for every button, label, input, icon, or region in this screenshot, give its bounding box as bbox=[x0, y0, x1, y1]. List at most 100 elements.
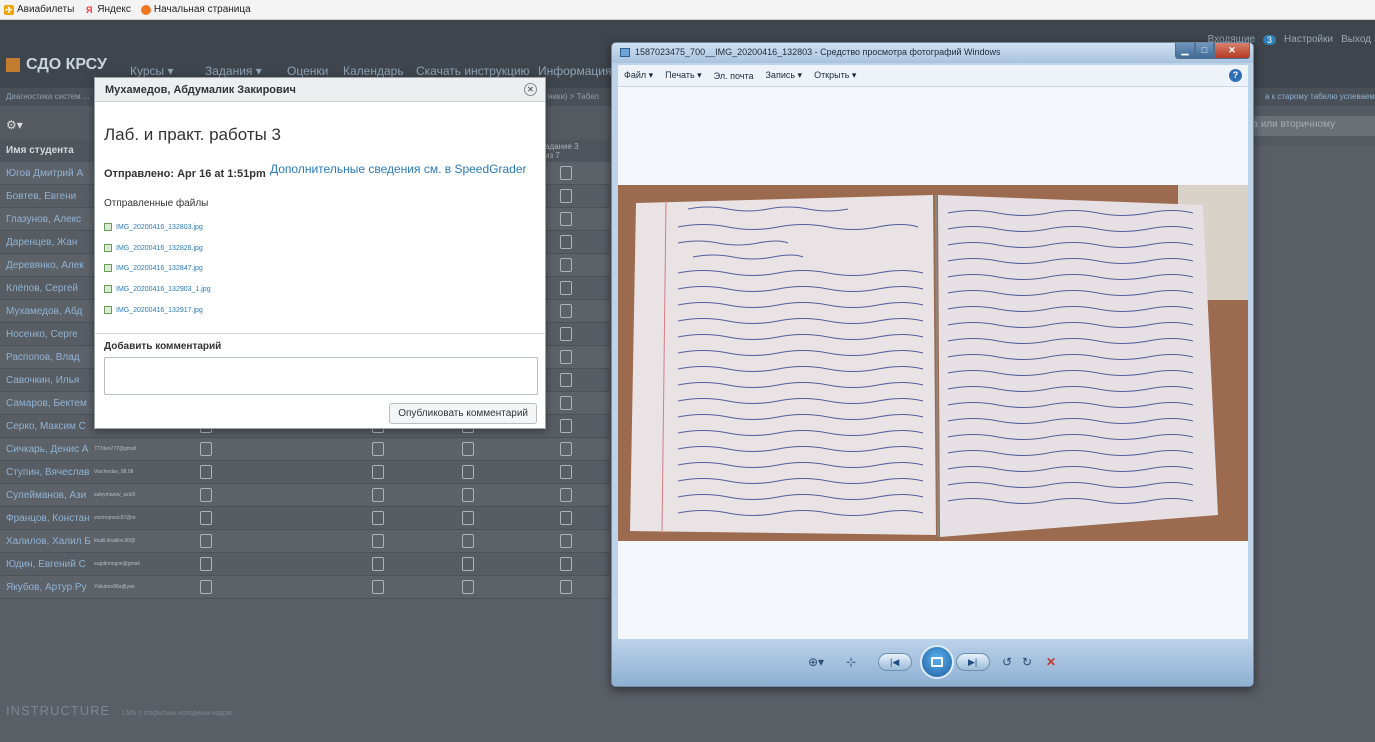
submitted-file-link[interactable]: IMG_20200416_132903_1.jpg bbox=[104, 285, 211, 293]
student-name-link[interactable]: Мухамедов, Абд bbox=[0, 306, 94, 317]
submission-cell[interactable] bbox=[372, 442, 384, 456]
submission-cell[interactable] bbox=[200, 465, 212, 479]
rotate-clockwise-icon[interactable]: ↻ bbox=[1022, 655, 1032, 669]
submission-cell[interactable] bbox=[560, 396, 572, 410]
submission-cell[interactable] bbox=[560, 304, 572, 318]
submitted-file-link[interactable]: IMG_20200416_132826.jpg bbox=[104, 244, 203, 252]
submission-cell[interactable] bbox=[462, 465, 474, 479]
menu-open[interactable]: Открыть ▾ bbox=[814, 70, 856, 81]
menu-burn[interactable]: Запись ▾ bbox=[766, 70, 803, 81]
nav-assignments[interactable]: Задания ▾ bbox=[205, 64, 262, 78]
rotate-counterclockwise-icon[interactable]: ↺ bbox=[1002, 655, 1012, 669]
submission-cell[interactable] bbox=[462, 511, 474, 525]
student-name-link[interactable]: Носенко, Серге bbox=[0, 329, 94, 340]
student-name-link[interactable]: Францов, Констан bbox=[0, 513, 94, 524]
submission-cell[interactable] bbox=[560, 258, 572, 272]
submission-cell[interactable] bbox=[560, 511, 572, 525]
next-button[interactable]: ▶| bbox=[956, 653, 990, 671]
breadcrumb-gradebook[interactable]: ники) > Табел bbox=[548, 92, 599, 101]
student-name-link[interactable]: Савочкин, Илья bbox=[0, 375, 94, 386]
student-name-link[interactable]: Бовтев, Евгени bbox=[0, 191, 94, 202]
speedgrader-link[interactable]: Дополнительные сведения см. в SpeedGrade… bbox=[270, 162, 527, 176]
submission-cell[interactable] bbox=[372, 488, 384, 502]
submission-cell[interactable] bbox=[200, 511, 212, 525]
submission-cell[interactable] bbox=[462, 534, 474, 548]
slideshow-button[interactable] bbox=[920, 645, 954, 679]
nav-courses[interactable]: Курсы ▾ bbox=[130, 64, 174, 78]
student-name-link[interactable]: Глазунов, Алекс bbox=[0, 214, 94, 225]
submission-cell[interactable] bbox=[372, 465, 384, 479]
student-name-link[interactable]: Халилов, Халил Б bbox=[0, 536, 94, 547]
submission-cell[interactable] bbox=[560, 350, 572, 364]
submission-cell[interactable] bbox=[462, 442, 474, 456]
submission-cell[interactable] bbox=[200, 442, 212, 456]
submission-cell[interactable] bbox=[560, 373, 572, 387]
submission-cell[interactable] bbox=[200, 557, 212, 571]
submission-cell[interactable] bbox=[200, 580, 212, 594]
menu-email[interactable]: Эл. почта bbox=[714, 71, 754, 81]
actual-size-icon[interactable]: ⊹ bbox=[846, 655, 856, 669]
submitted-file-link[interactable]: IMG_20200416_132847.jpg bbox=[104, 264, 203, 272]
submission-cell[interactable] bbox=[372, 511, 384, 525]
settings-link[interactable]: Настройки bbox=[1284, 34, 1333, 45]
student-name-link[interactable]: Ступин, Вячеслав bbox=[0, 467, 94, 478]
gear-icon[interactable]: ⚙▾ bbox=[6, 118, 23, 132]
student-name-link[interactable]: Деревянко, Алек bbox=[0, 260, 94, 271]
viewer-titlebar[interactable]: 1587023475_700__IMG_20200416_132803 - Ср… bbox=[612, 43, 1253, 63]
submission-cell[interactable] bbox=[200, 534, 212, 548]
submission-cell[interactable] bbox=[462, 488, 474, 502]
submission-cell[interactable] bbox=[560, 235, 572, 249]
submission-cell[interactable] bbox=[560, 580, 572, 594]
nav-download-instructions[interactable]: Скачать инструкцию bbox=[416, 64, 530, 78]
student-name-link[interactable]: Сичкарь, Денис А bbox=[0, 444, 94, 455]
submission-cell[interactable] bbox=[200, 488, 212, 502]
submission-cell[interactable] bbox=[560, 166, 572, 180]
submission-cell[interactable] bbox=[462, 557, 474, 571]
close-window-button[interactable]: ✕ bbox=[1214, 43, 1250, 59]
submission-cell[interactable] bbox=[560, 534, 572, 548]
zoom-icon[interactable]: ⊕▾ bbox=[808, 655, 824, 669]
previous-button[interactable]: |◀ bbox=[878, 653, 912, 671]
submitted-file-link[interactable]: IMG_20200416_132917.jpg bbox=[104, 306, 203, 314]
student-name-link[interactable]: Юдин, Евгений С bbox=[0, 559, 94, 570]
menu-print[interactable]: Печать ▾ bbox=[665, 70, 702, 81]
maximize-button[interactable]: □ bbox=[1195, 43, 1214, 59]
student-name-link[interactable]: Даренцев, Жан bbox=[0, 237, 94, 248]
student-name-link[interactable]: Серко, Максим С bbox=[0, 421, 94, 432]
site-logo[interactable]: СДО КРСУ bbox=[6, 56, 107, 74]
assignment-3-column-header[interactable]: адание 3 из 7 bbox=[545, 142, 579, 160]
breadcrumb-course[interactable]: Диагностика систем ... bbox=[6, 92, 89, 101]
student-name-link[interactable]: Распопов, Влад bbox=[0, 352, 94, 363]
student-name-column-header[interactable]: Имя студента bbox=[6, 145, 74, 156]
submitted-file-link[interactable]: IMG_20200416_132803.jpg bbox=[104, 223, 203, 231]
delete-icon[interactable]: ✕ bbox=[1046, 655, 1056, 669]
instructure-logo[interactable]: INSTRUCTURE bbox=[6, 703, 110, 718]
nav-information[interactable]: Информация bbox=[538, 64, 611, 78]
submission-cell[interactable] bbox=[560, 212, 572, 226]
student-name-link[interactable]: Самаров, Бектем bbox=[0, 398, 94, 409]
submission-cell[interactable] bbox=[372, 557, 384, 571]
minimize-button[interactable]: ▁ bbox=[1175, 43, 1195, 59]
submission-cell[interactable] bbox=[560, 557, 572, 571]
help-icon[interactable]: ? bbox=[1229, 69, 1242, 82]
student-name-link[interactable]: Сулейманов, Ази bbox=[0, 490, 94, 501]
close-icon[interactable]: ✕ bbox=[524, 83, 537, 96]
bookmark-home[interactable]: Начальная страница bbox=[140, 4, 251, 15]
bookmark-aviabilety[interactable]: ✈ Авиабилеты bbox=[4, 4, 74, 15]
student-name-link[interactable]: Югов Дмитрий А bbox=[0, 168, 94, 179]
submission-cell[interactable] bbox=[560, 465, 572, 479]
nav-grades[interactable]: Оценки bbox=[287, 64, 328, 78]
publish-comment-button[interactable]: Опубликовать комментарий bbox=[389, 403, 537, 424]
submission-cell[interactable] bbox=[560, 281, 572, 295]
submission-cell[interactable] bbox=[462, 580, 474, 594]
submission-cell[interactable] bbox=[560, 419, 572, 433]
submission-cell[interactable] bbox=[560, 442, 572, 456]
submission-cell[interactable] bbox=[372, 580, 384, 594]
student-name-link[interactable]: Якубов, Артур Ру bbox=[0, 582, 94, 593]
student-name-link[interactable]: Клёпов, Сергей bbox=[0, 283, 94, 294]
bookmark-yandex[interactable]: Я Яндекс bbox=[84, 4, 131, 15]
submission-cell[interactable] bbox=[560, 327, 572, 341]
submission-cell[interactable] bbox=[560, 189, 572, 203]
nav-calendar[interactable]: Календарь bbox=[343, 64, 404, 78]
old-gradebook-link[interactable]: а к старому табелю успеваем bbox=[1265, 92, 1375, 101]
